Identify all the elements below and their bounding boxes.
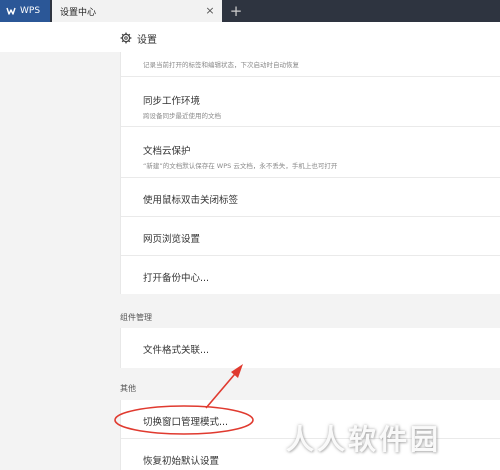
watermark-text: 人人软件园 (286, 423, 442, 456)
red-annotation (114, 364, 254, 435)
highlight-ellipse (114, 405, 254, 435)
